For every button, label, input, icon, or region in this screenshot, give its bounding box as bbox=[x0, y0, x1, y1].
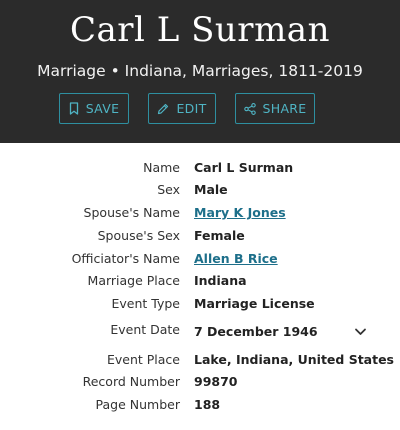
detail-row-marriage-place: Marriage Place Indiana bbox=[0, 273, 400, 293]
edit-button[interactable]: EDIT bbox=[148, 93, 216, 124]
chevron-down-icon[interactable] bbox=[354, 324, 367, 339]
detail-label: Name bbox=[143, 160, 180, 175]
detail-row-sex: Sex Male bbox=[0, 182, 400, 202]
share-button[interactable]: SHARE bbox=[235, 93, 315, 124]
record-details: Name Carl L Surman Sex Male Spouse's Nam… bbox=[0, 143, 400, 430]
detail-label: Event Place bbox=[106, 352, 180, 367]
detail-value: Female bbox=[194, 228, 245, 243]
detail-value: 99870 bbox=[194, 374, 238, 389]
action-bar: SAVE EDIT SHARE bbox=[0, 93, 400, 125]
detail-label: Event Date bbox=[110, 322, 180, 337]
detail-label: Marriage Place bbox=[87, 273, 180, 288]
detail-label: Record Number bbox=[82, 374, 180, 389]
share-icon bbox=[243, 102, 256, 115]
detail-value: Lake, Indiana, United States bbox=[194, 352, 394, 367]
save-button[interactable]: SAVE bbox=[59, 93, 129, 124]
detail-row-event-date: Event Date 7 December 1946 bbox=[0, 322, 400, 342]
detail-row-officiator-name: Officiator's Name Allen B Rice bbox=[0, 251, 400, 271]
detail-row-event-type: Event Type Marriage License bbox=[0, 296, 400, 316]
detail-value: Indiana bbox=[194, 273, 247, 288]
detail-row-spouse-sex: Spouse's Sex Female bbox=[0, 228, 400, 248]
detail-value: Marriage License bbox=[194, 296, 315, 311]
detail-label: Officiator's Name bbox=[71, 251, 180, 266]
share-label: SHARE bbox=[262, 101, 307, 116]
record-subtitle: Marriage • Indiana, Marriages, 1811-2019 bbox=[37, 62, 363, 80]
detail-label: Page Number bbox=[95, 397, 180, 412]
detail-value: 188 bbox=[194, 397, 221, 412]
edit-label: EDIT bbox=[176, 101, 207, 116]
detail-label: Spouse's Name bbox=[83, 205, 180, 220]
detail-row-page-number: Page Number 188 bbox=[0, 397, 400, 417]
pencil-icon bbox=[157, 103, 169, 115]
detail-row-name: Name Carl L Surman bbox=[0, 160, 400, 180]
detail-value: Male bbox=[194, 182, 228, 197]
detail-label: Spouse's Sex bbox=[97, 228, 180, 243]
detail-row-event-place: Event Place Lake, Indiana, United States bbox=[0, 352, 400, 372]
record-title: Carl L Surman bbox=[70, 10, 330, 50]
detail-value: 7 December 1946 bbox=[194, 324, 318, 339]
detail-label: Event Type bbox=[111, 296, 181, 311]
detail-row-spouse-name: Spouse's Name Mary K Jones bbox=[0, 205, 400, 225]
spouse-name-link[interactable]: Mary K Jones bbox=[194, 205, 286, 220]
bookmark-icon bbox=[69, 102, 79, 115]
detail-value: Carl L Surman bbox=[194, 160, 294, 175]
save-label: SAVE bbox=[85, 101, 120, 116]
detail-row-record-number: Record Number 99870 bbox=[0, 374, 400, 394]
detail-label: Sex bbox=[157, 182, 180, 197]
record-header: Carl L Surman Marriage • Indiana, Marria… bbox=[0, 0, 400, 143]
officiator-name-link[interactable]: Allen B Rice bbox=[194, 251, 278, 266]
